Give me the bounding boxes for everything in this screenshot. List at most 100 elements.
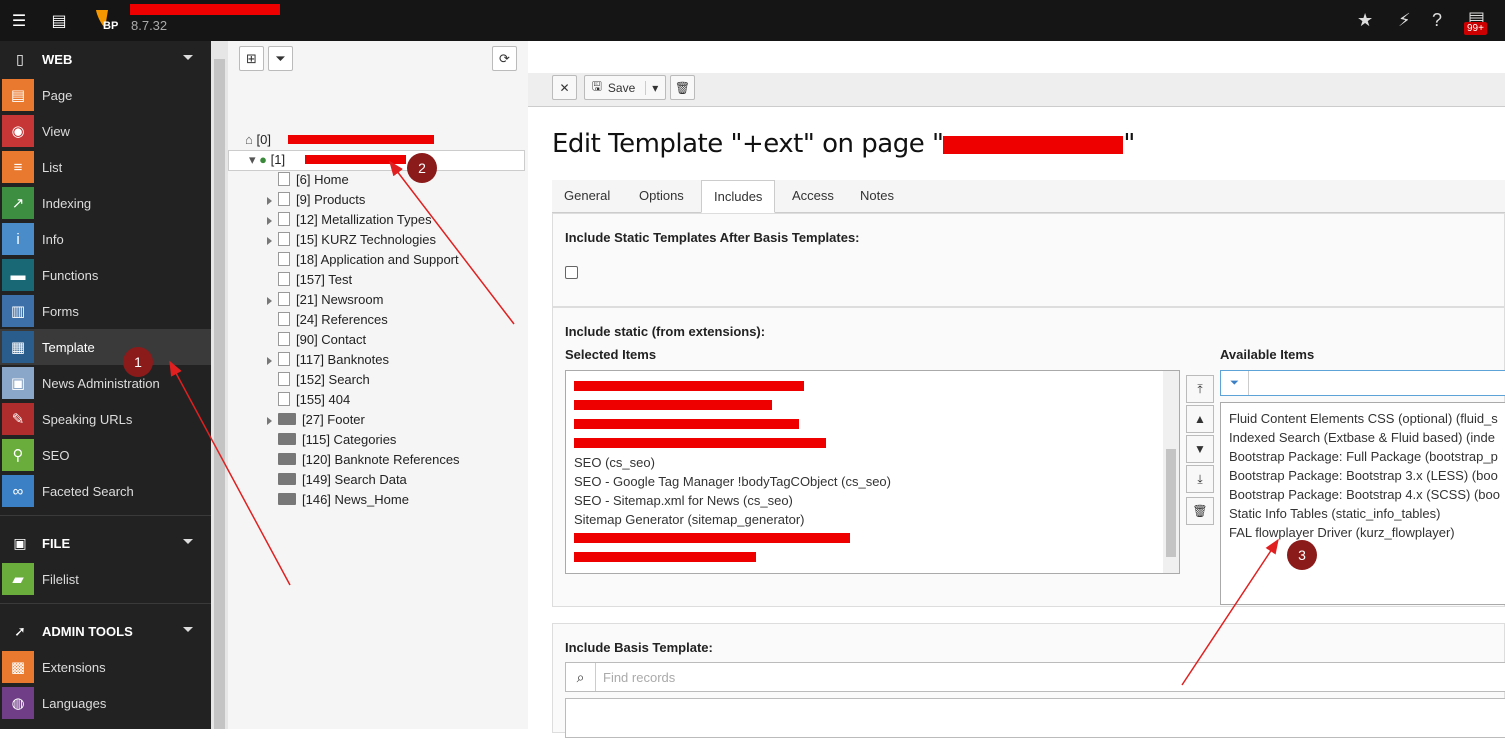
move-up-button[interactable]: ▲ [1186,405,1214,433]
list-scrollbar[interactable] [1163,371,1179,573]
module-item-label: List [42,159,63,175]
module-item-list[interactable]: ≡ List [0,149,211,185]
flash-icon[interactable]: ⚡ [1398,10,1411,31]
delete-button[interactable]: 🗑 [670,75,695,100]
move-to-top-button[interactable]: ⤒ [1186,375,1214,403]
tree-root[interactable]: ⌂ [0] [245,130,271,150]
tree-node-label: [6] Home [296,172,349,187]
tree-node[interactable]: [12] Metallization Types [267,210,432,230]
tree-node[interactable]: [155] 404 [278,390,350,410]
module-item-label: Languages [42,695,107,711]
after-basis-checkbox[interactable] [565,266,578,279]
expand-icon[interactable] [267,197,272,205]
available-items-list[interactable]: Fluid Content Elements CSS (optional) (f… [1220,402,1505,605]
module-item-news-administration[interactable]: ▣ News Administration [0,365,211,401]
tree-node-label: [155] 404 [296,392,351,407]
module-item-page[interactable]: ▤ Page [0,77,211,113]
tree-node-label: [117] Banknotes [296,352,389,367]
help-icon[interactable]: ? [1432,10,1442,31]
tab-includes[interactable]: Includes [701,180,776,213]
module-item-seo[interactable]: ⚲ SEO [0,437,211,473]
new-page-button[interactable]: ⊞ [239,46,264,71]
tree-node[interactable]: [149] Search Data [278,470,407,490]
tree-node-label: [115] Categories [302,432,397,447]
module-item-extensions[interactable]: ▩ Extensions [0,649,211,685]
tree-node[interactable]: [24] References [278,310,388,330]
tree-site-node[interactable]: ▾ ● [1] [249,150,285,170]
tree-node-label: [12] Metallization Types [296,212,432,227]
expand-icon[interactable] [267,297,272,305]
tree-node[interactable]: [115] Categories [278,430,396,450]
tree-node[interactable]: [9] Products [267,190,365,210]
module-item-languages[interactable]: ◍ Languages [0,685,211,721]
remove-item-button[interactable]: 🗑 [1186,497,1214,525]
list-item[interactable]: Bootstrap Package: Bootstrap 3.x (LESS) … [1221,466,1505,485]
module-item-forms[interactable]: ▥ Forms [0,293,211,329]
list-item[interactable]: Fluid Content Elements CSS (optional) (f… [1221,409,1505,428]
find-records-input[interactable]: ⌕ Find records [565,662,1505,692]
tab-notes[interactable]: Notes [848,180,906,213]
module-item-label: SEO [42,447,70,463]
page-icon [278,232,290,246]
basis-template-list[interactable] [565,698,1505,738]
module-item-info[interactable]: i Info [0,221,211,257]
save-dropdown-icon[interactable]: ▾ [645,80,658,95]
available-filter-input[interactable]: ⏷ [1220,370,1505,396]
module-group-web[interactable]: ▯ WEB [0,41,211,77]
close-button[interactable]: ✕ [552,75,577,100]
module-item-template[interactable]: ▦ Template [0,329,211,365]
page-icon [278,392,290,406]
folder-icon [278,493,296,505]
expand-icon[interactable] [267,217,272,225]
tree-node[interactable]: [157] Test [278,270,352,290]
tree-node[interactable]: [117] Banknotes [267,350,389,370]
expand-icon[interactable] [267,357,272,365]
list-item[interactable]: Static Info Tables (static_info_tables) [1221,504,1505,523]
save-button[interactable]: 🖫 Save ▾ [584,75,666,100]
redaction [943,135,1124,154]
module-item-faceted-search[interactable]: ∞ Faceted Search [0,473,211,509]
bookmark-star-icon[interactable]: ★ [1357,10,1373,31]
tree-node[interactable]: [27] Footer [267,410,365,430]
tab-general[interactable]: General [552,180,622,213]
module-item-functions[interactable]: ▬ Functions [0,257,211,293]
module-item-speaking-urls[interactable]: ✎ Speaking URLs [0,401,211,437]
tree-node[interactable]: [6] Home [278,170,349,190]
list-item[interactable]: Bootstrap Package: Full Package (bootstr… [1221,447,1505,466]
module-item-filelist[interactable]: ▰ Filelist [0,561,211,597]
module-group-admin-tools[interactable]: ➚ ADMIN TOOLS [0,613,211,649]
menu-toggle-icon[interactable]: ☰ [0,0,38,41]
tree-node[interactable]: [90] Contact [278,330,366,350]
tree-node[interactable]: [21] Newsroom [267,290,383,310]
module-menu-scrollbar[interactable] [211,41,228,729]
module-item-view[interactable]: ◉ View [0,113,211,149]
tab-access[interactable]: Access [780,180,846,213]
tree-toggle-icon[interactable]: ▤ [40,0,78,41]
list-item[interactable]: SEO - Sitemap.xml for News (cs_seo) [566,491,1179,510]
collapse-icon[interactable]: ▾ [249,152,256,167]
module-group-file[interactable]: ▣ FILE [0,525,211,561]
page-icon [278,372,290,386]
expand-icon[interactable] [267,417,272,425]
list-item[interactable]: Bootstrap Package: Bootstrap 4.x (SCSS) … [1221,485,1505,504]
selected-items-list[interactable]: SEO (cs_seo) SEO - Google Tag Manager !bo… [565,370,1180,574]
tree-node[interactable]: [152] Search [278,370,370,390]
tree-node[interactable]: [120] Banknote References [278,450,460,470]
tree-node[interactable]: [15] KURZ Technologies [267,230,436,250]
page-tree-pane: ⊞ ⏷ ⟳ ⌂ [0] ▾ ● [1] [6] Home [9] Products… [228,41,528,729]
refresh-icon[interactable]: ⟳ [492,46,517,71]
redaction [574,419,799,429]
list-item[interactable]: Indexed Search (Extbase & Fluid based) (… [1221,428,1505,447]
tree-node[interactable]: [18] Application and Support [278,250,459,270]
move-to-bottom-button[interactable]: ⤓ [1186,465,1214,493]
list-item[interactable]: FAL flowplayer Driver (kurz_flowplayer) [1221,523,1505,542]
tree-node[interactable]: [146] News_Home [278,490,409,510]
move-down-button[interactable]: ▼ [1186,435,1214,463]
expand-icon[interactable] [267,237,272,245]
tab-options[interactable]: Options [627,180,696,213]
list-item[interactable]: SEO - Google Tag Manager !bodyTagCObject… [566,472,1179,491]
list-item[interactable]: SEO (cs_seo) [566,453,1179,472]
list-item[interactable]: Sitemap Generator (sitemap_generator) [566,510,1179,529]
module-item-indexing[interactable]: ↗ Indexing [0,185,211,221]
filter-icon[interactable]: ⏷ [268,46,293,71]
